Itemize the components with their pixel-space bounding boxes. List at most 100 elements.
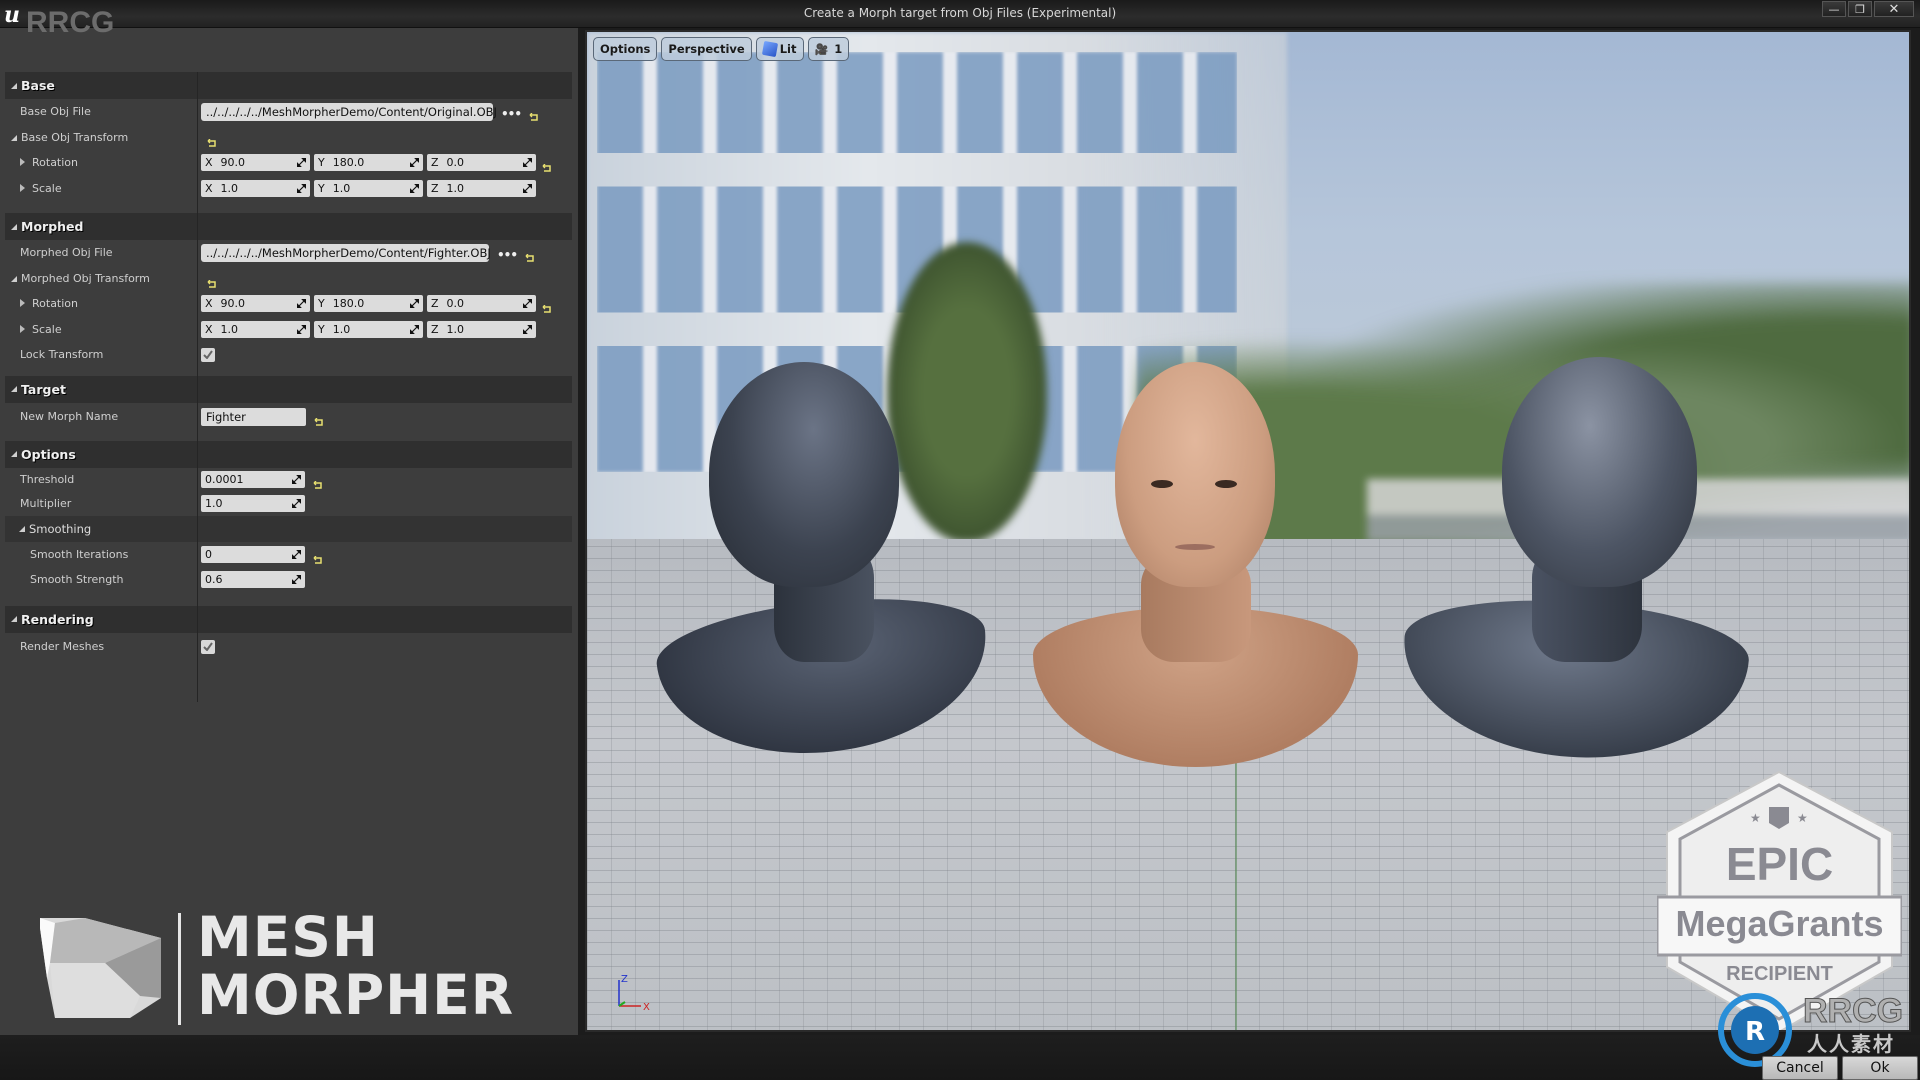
- lock-transform-checkbox[interactable]: [201, 347, 215, 362]
- column-divider[interactable]: [197, 72, 198, 702]
- rotation-x-input[interactable]: X 90.0: [201, 295, 310, 313]
- section-header-rendering[interactable]: Rendering: [5, 605, 572, 633]
- section-header-target[interactable]: Target: [5, 375, 572, 403]
- minimize-button[interactable]: —: [1822, 1, 1846, 17]
- smooth-iterations-input[interactable]: 0: [201, 546, 305, 563]
- rotation-y-input[interactable]: Y 180.0: [314, 295, 423, 313]
- row-morphed-obj-transform[interactable]: Morphed Obj Transform: [5, 266, 572, 292]
- rotation-z-value: 0.0: [446, 156, 465, 170]
- 3d-viewport[interactable]: Options Perspective Lit 🎥1 Z X ★ ★ EPIC: [585, 30, 1911, 1032]
- window-controls: — ❐ ✕: [1820, 1, 1914, 17]
- rotation-x-value: 90.0: [220, 156, 246, 170]
- expand-arrow-icon: [11, 275, 17, 282]
- reset-to-default-icon[interactable]: [529, 107, 539, 121]
- logo-line-2: MORPHER: [197, 963, 515, 1027]
- smoothing-title: Smoothing: [29, 521, 92, 536]
- reset-to-default-icon[interactable]: [542, 299, 552, 313]
- property-list: Base Base Obj File ../../../../../MeshMo…: [5, 72, 572, 661]
- drag-arrows-icon: [523, 324, 532, 334]
- rotation-z-input[interactable]: Z 0.0: [427, 154, 536, 172]
- rotation-z-input[interactable]: Z 0.0: [427, 295, 536, 313]
- scale-y-input[interactable]: Y 1.0: [314, 179, 423, 197]
- expand-arrow-icon: [11, 223, 17, 230]
- scale-x-input[interactable]: X 1.0: [201, 179, 310, 197]
- scale-x-input[interactable]: X 1.0: [201, 320, 310, 338]
- reset-to-default-icon[interactable]: [207, 133, 217, 147]
- camera-speed-icon: 🎥: [814, 42, 829, 56]
- reset-to-default-icon[interactable]: [314, 412, 324, 426]
- row-base-rotation: Rotation X 90.0 Y 180.0 Z 0.0: [5, 150, 572, 176]
- base-obj-file-input[interactable]: ../../../../../MeshMorpherDemo/Content/O…: [201, 102, 497, 121]
- ok-label: Ok: [1870, 1060, 1890, 1076]
- reset-to-default-icon[interactable]: [542, 158, 552, 172]
- expand-arrow-icon: [11, 82, 17, 89]
- browse-button[interactable]: •••: [501, 107, 522, 121]
- scale-label: Scale: [32, 322, 62, 336]
- rotation-label: Rotation: [32, 156, 79, 170]
- multiplier-value: 1.0: [205, 497, 223, 510]
- original-mesh-bust[interactable]: [1033, 362, 1363, 772]
- axis-x-label: X: [205, 181, 213, 195]
- row-threshold: Threshold 0.0001: [5, 468, 572, 492]
- camera-speed-value: 1: [834, 42, 843, 56]
- collapsed-arrow-icon[interactable]: [20, 299, 25, 308]
- scale-z-input[interactable]: Z 1.0: [427, 179, 536, 197]
- reset-to-default-icon[interactable]: [313, 550, 323, 564]
- collapsed-arrow-icon[interactable]: [20, 158, 25, 167]
- morphed-obj-file-input[interactable]: ../../../../../MeshMorpherDemo/Content/F…: [201, 243, 491, 262]
- section-header-options[interactable]: Options: [5, 440, 572, 468]
- gizmo-z-label: Z: [621, 974, 628, 985]
- browse-button[interactable]: •••: [497, 248, 518, 262]
- camera-speed-button[interactable]: 🎥 1: [807, 37, 850, 61]
- base-mesh-bust[interactable]: [652, 362, 999, 769]
- checkmark-icon: [203, 642, 213, 651]
- ok-button[interactable]: Ok: [1842, 1056, 1918, 1080]
- smooth-iterations-label: Smooth Iterations: [30, 548, 129, 561]
- section-header-morphed[interactable]: Morphed: [5, 213, 572, 240]
- base-obj-transform-label: Base Obj Transform: [21, 130, 129, 144]
- rotation-x-input[interactable]: X 90.0: [201, 154, 310, 172]
- expand-arrow-icon: [11, 616, 17, 622]
- viewport-options-button[interactable]: Options: [593, 37, 658, 61]
- scale-y-input[interactable]: Y 1.0: [314, 320, 423, 338]
- collapsed-arrow-icon[interactable]: [20, 324, 25, 333]
- threshold-input[interactable]: 0.0001: [201, 471, 305, 488]
- reset-to-default-icon[interactable]: [207, 274, 217, 288]
- morphed-obj-transform-label: Morphed Obj Transform: [21, 271, 150, 285]
- section-header-base[interactable]: Base: [5, 72, 572, 99]
- morphed-mesh-bust[interactable]: [1397, 357, 1752, 769]
- logo-wordmark: MESH MORPHER: [197, 908, 514, 1024]
- logo-line-1: MESH: [197, 905, 379, 969]
- axis-y-label: Y: [318, 156, 325, 170]
- lit-view-mode-button[interactable]: Lit: [755, 37, 804, 61]
- minimize-icon: —: [1828, 2, 1840, 16]
- axis-z-label: Z: [431, 297, 439, 311]
- drag-arrows-icon: [292, 550, 301, 559]
- scale-z-input[interactable]: Z 1.0: [427, 320, 536, 338]
- new-morph-name-input[interactable]: Fighter: [201, 407, 306, 426]
- viewport-toolbar: Options Perspective Lit 🎥 1: [593, 37, 850, 61]
- scale-z-value: 1.0: [446, 181, 465, 195]
- base-obj-file-label: Base Obj File: [20, 105, 91, 119]
- subsection-header-smoothing[interactable]: Smoothing: [5, 515, 572, 542]
- reset-to-default-icon[interactable]: [313, 475, 323, 489]
- render-meshes-checkbox[interactable]: [201, 639, 215, 654]
- multiplier-input[interactable]: 1.0: [201, 495, 305, 512]
- restore-button[interactable]: ❐: [1848, 1, 1872, 17]
- render-meshes-label: Render Meshes: [20, 640, 105, 653]
- restore-icon: ❐: [1855, 2, 1865, 16]
- row-render-meshes: Render Meshes: [5, 633, 572, 661]
- rotation-y-input[interactable]: Y 180.0: [314, 154, 423, 172]
- cancel-button[interactable]: Cancel: [1762, 1056, 1838, 1080]
- close-button[interactable]: ✕: [1874, 1, 1914, 17]
- row-base-obj-transform[interactable]: Base Obj Transform: [5, 125, 572, 151]
- rotation-z-value: 0.0: [446, 297, 465, 311]
- drag-arrows-icon: [297, 183, 306, 193]
- reset-to-default-icon[interactable]: [525, 248, 535, 262]
- morph-target-dialog: u RRCG Create a Morph target from Obj Fi…: [0, 0, 1920, 1080]
- drag-arrows-icon: [292, 499, 301, 508]
- collapsed-arrow-icon[interactable]: [20, 183, 25, 192]
- smooth-strength-input[interactable]: 0.6: [201, 571, 305, 588]
- perspective-button[interactable]: Perspective: [661, 37, 752, 61]
- lit-cube-icon: [761, 40, 778, 58]
